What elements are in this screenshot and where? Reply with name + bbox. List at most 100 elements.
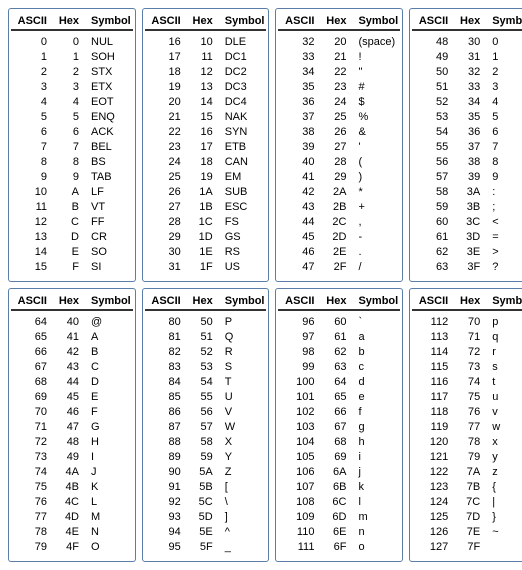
ascii-panel: ASCIIHexSymbol3220(space)3321!3422"3523#… <box>275 8 403 282</box>
cell-symbol: G <box>83 420 131 435</box>
table-row: 915B[ <box>145 480 267 495</box>
cell-hex: 72 <box>452 345 484 360</box>
panel-header: ASCIIHexSymbol <box>412 295 522 311</box>
cell-symbol: > <box>484 245 522 260</box>
cell-symbol: T <box>217 375 265 390</box>
cell-hex: 53 <box>185 360 217 375</box>
table-row: 8858X <box>145 435 267 450</box>
cell-ascii: 83 <box>147 360 185 375</box>
cell-hex: 68 <box>318 435 350 450</box>
cell-symbol: X <box>217 435 265 450</box>
table-row: 8757W <box>145 420 267 435</box>
cell-symbol: DLE <box>217 35 265 50</box>
cell-hex: 20 <box>318 35 350 50</box>
table-row: 744AJ <box>11 465 133 480</box>
cell-symbol: ACK <box>83 125 131 140</box>
cell-hex: 57 <box>185 420 217 435</box>
table-row: 8353S <box>145 360 267 375</box>
table-row: 10266f <box>278 405 400 420</box>
cell-ascii: 89 <box>147 450 185 465</box>
cell-symbol: BEL <box>83 140 131 155</box>
cell-symbol: DC1 <box>217 50 265 65</box>
cell-symbol: $ <box>350 95 398 110</box>
cell-symbol: Q <box>217 330 265 345</box>
cell-hex: 3A <box>452 185 484 200</box>
cell-symbol: RS <box>217 245 265 260</box>
cell-hex: 42 <box>51 345 83 360</box>
cell-hex: 1B <box>185 200 217 215</box>
header-symbol: Symbol <box>217 15 265 27</box>
panel-header: ASCIIHexSymbol <box>412 15 522 31</box>
cell-ascii: 127 <box>414 540 452 555</box>
header-ascii: ASCII <box>414 15 452 27</box>
cell-symbol: ESC <box>217 200 265 215</box>
cell-symbol: @ <box>83 315 131 330</box>
cell-ascii: 79 <box>13 540 51 555</box>
cell-ascii: 97 <box>280 330 318 345</box>
cell-symbol: 2 <box>484 65 522 80</box>
cell-hex: 78 <box>452 435 484 450</box>
cell-ascii: 72 <box>13 435 51 450</box>
ascii-panel: ASCIIHexSymbol6440@6541A6642B6743C6844D6… <box>8 288 136 562</box>
cell-symbol: x <box>484 435 522 450</box>
cell-symbol: I <box>83 450 131 465</box>
cell-hex: 3 <box>51 80 83 95</box>
cell-hex: 2C <box>318 215 350 230</box>
cell-hex: 3F <box>452 260 484 275</box>
cell-ascii: 103 <box>280 420 318 435</box>
cell-symbol: SI <box>83 260 131 275</box>
cell-symbol: U <box>217 390 265 405</box>
cell-ascii: 42 <box>280 185 318 200</box>
cell-symbol: 0 <box>484 35 522 50</box>
cell-symbol: y <box>484 450 522 465</box>
cell-hex: 15 <box>185 110 217 125</box>
header-symbol: Symbol <box>350 15 398 27</box>
cell-symbol: ENQ <box>83 110 131 125</box>
cell-symbol: ( <box>350 155 398 170</box>
header-hex: Hex <box>51 15 83 27</box>
cell-hex: 58 <box>185 435 217 450</box>
cell-ascii: 41 <box>280 170 318 185</box>
table-row: 12078x <box>412 435 522 450</box>
cell-ascii: 45 <box>280 230 318 245</box>
panel-header: ASCIIHexSymbol <box>11 15 133 31</box>
cell-symbol: [ <box>217 480 265 495</box>
cell-symbol: EM <box>217 170 265 185</box>
cell-ascii: 50 <box>414 65 452 80</box>
cell-ascii: 17 <box>147 50 185 65</box>
cell-ascii: 13 <box>13 230 51 245</box>
table-row: 7248H <box>11 435 133 450</box>
table-row: 11371q <box>412 330 522 345</box>
cell-hex: 67 <box>318 420 350 435</box>
table-row: 77BEL <box>11 140 133 155</box>
cell-hex: 6C <box>318 495 350 510</box>
cell-ascii: 24 <box>147 155 185 170</box>
cell-symbol: / <box>350 260 398 275</box>
table-row: 281CFS <box>145 215 267 230</box>
header-ascii: ASCII <box>13 295 51 307</box>
cell-symbol: g <box>350 420 398 435</box>
header-ascii: ASCII <box>280 15 318 27</box>
cell-symbol: ETX <box>83 80 131 95</box>
table-row: 8050P <box>145 315 267 330</box>
table-row: 955F_ <box>145 540 267 555</box>
table-row: 8151Q <box>145 330 267 345</box>
cell-ascii: 7 <box>13 140 51 155</box>
cell-symbol: R <box>217 345 265 360</box>
cell-hex: 19 <box>185 170 217 185</box>
header-hex: Hex <box>452 295 484 307</box>
header-ascii: ASCII <box>147 295 185 307</box>
cell-hex: 8 <box>51 155 83 170</box>
table-row: 432B+ <box>278 200 400 215</box>
cell-symbol: FS <box>217 215 265 230</box>
header-ascii: ASCII <box>147 15 185 27</box>
table-row: 8959Y <box>145 450 267 465</box>
cell-hex: 37 <box>452 140 484 155</box>
cell-hex: 2F <box>318 260 350 275</box>
table-row: 462E. <box>278 245 400 260</box>
cell-ascii: 122 <box>414 465 452 480</box>
cell-symbol: GS <box>217 230 265 245</box>
table-row: 261ASUB <box>145 185 267 200</box>
cell-symbol: < <box>484 215 522 230</box>
cell-symbol: (space) <box>350 35 398 50</box>
